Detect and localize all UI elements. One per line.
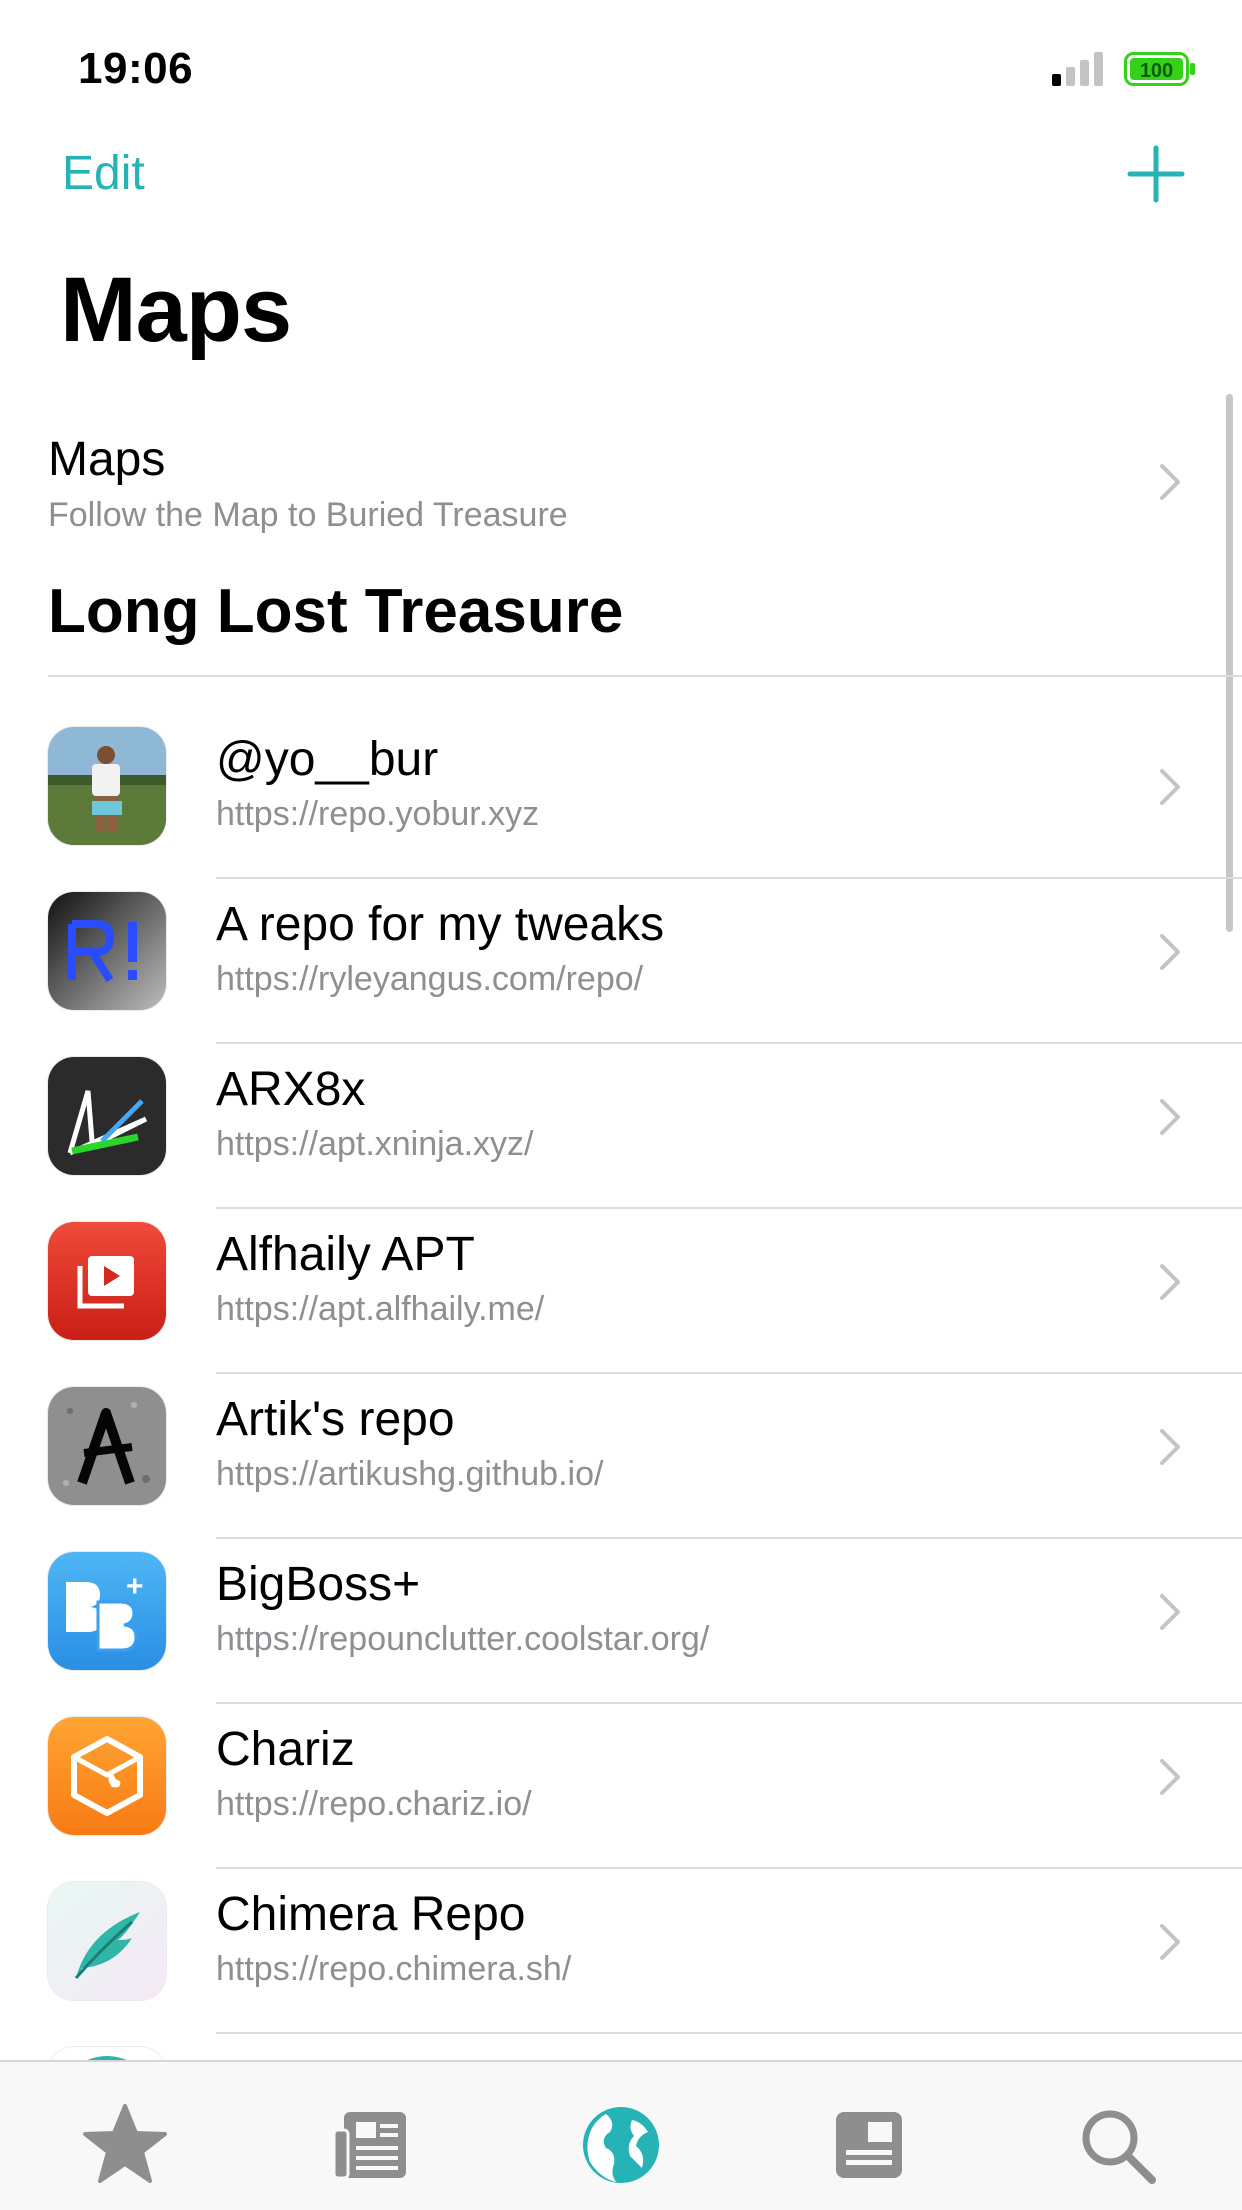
featured-title: Maps — [48, 433, 166, 486]
package-icon — [836, 2112, 902, 2178]
repo-name: Artik's repo — [216, 1393, 455, 1446]
tab-featured[interactable] — [80, 2100, 170, 2190]
status-bar: 19:06 100 — [0, 0, 1242, 130]
photo-avatar-icon — [48, 727, 166, 845]
repo-url: https://repo.chimera.sh/ — [216, 1950, 572, 1988]
chevron-right-icon — [1158, 1097, 1182, 1137]
chevron-right-icon — [1158, 932, 1182, 972]
chevron-right-icon — [1158, 1757, 1182, 1797]
letter-a-icon — [48, 1387, 166, 1505]
repo-url: https://repo.yobur.xyz — [216, 795, 540, 833]
chevron-right-icon — [1158, 1592, 1182, 1632]
chevron-right-icon — [1158, 462, 1182, 502]
list-item[interactable]: Artik's repo https://artikushg.github.io… — [0, 1337, 1242, 1539]
section-header: Long Lost Treasure — [48, 577, 624, 646]
repo-url: https://repo.chariz.io/ — [216, 1785, 532, 1823]
list-item[interactable]: A repo for my tweaks https://ryleyangus.… — [0, 842, 1242, 1044]
repo-name: BigBoss+ — [216, 1558, 421, 1611]
list-item[interactable]: + BigBoss+ https://repounclutter.coolsta… — [0, 1502, 1242, 1704]
feather-icon — [48, 1882, 166, 2000]
arrows-icon — [48, 1057, 166, 1175]
edit-button[interactable]: Edit — [62, 146, 145, 201]
repo-name: Alfhaily APT — [216, 1228, 475, 1281]
search-icon — [1082, 2110, 1156, 2184]
tab-packages[interactable] — [824, 2100, 914, 2190]
list-item[interactable]: Alfhaily APT https://apt.alfhaily.me/ — [0, 1172, 1242, 1374]
featured-maps-row[interactable]: Maps Follow the Map to Buried Treasure — [0, 412, 1242, 552]
news-icon — [332, 2112, 406, 2180]
repo-url: https://apt.alfhaily.me/ — [216, 1290, 545, 1328]
chevron-right-icon — [1158, 1427, 1182, 1467]
tab-search[interactable] — [1072, 2100, 1162, 2190]
list-item[interactable]: Chimera Repo https://repo.chimera.sh/ — [0, 1832, 1242, 2034]
tab-sources[interactable] — [576, 2100, 666, 2190]
repo-url: https://artikushg.github.io/ — [216, 1455, 604, 1493]
repo-url: https://apt.xninja.xyz/ — [216, 1125, 534, 1163]
play-media-icon — [48, 1222, 166, 1340]
repo-url: https://repounclutter.coolstar.org/ — [216, 1620, 710, 1658]
repo-name: A repo for my tweaks — [216, 898, 665, 951]
chariz-box-icon — [48, 1717, 166, 1835]
battery-level: 100 — [1140, 60, 1173, 82]
page-title: Maps — [60, 259, 292, 361]
status-time: 19:06 — [78, 44, 194, 93]
star-icon — [83, 2104, 167, 2183]
repo-list: @yo__bur https://repo.yobur.xyz A repo f… — [0, 677, 1242, 2165]
list-item[interactable]: ARX8x https://apt.xninja.xyz/ — [0, 1007, 1242, 1209]
bigboss-icon: + — [48, 1552, 166, 1670]
chevron-right-icon — [1158, 767, 1182, 807]
svg-text:+: + — [126, 1570, 144, 1603]
chevron-right-icon — [1158, 1922, 1182, 1962]
repo-name: Chimera Repo — [216, 1888, 526, 1941]
signal-icon — [1052, 52, 1108, 86]
r-exclaim-icon — [48, 892, 166, 1010]
plus-icon — [1127, 145, 1185, 203]
battery-icon: 100 — [1124, 52, 1196, 91]
tab-bar — [0, 2060, 1242, 2210]
tab-news[interactable] — [328, 2100, 418, 2190]
repo-name: Chariz — [216, 1723, 355, 1776]
list-item[interactable]: Chariz https://repo.chariz.io/ — [0, 1667, 1242, 1869]
repo-name: @yo__bur — [216, 733, 439, 786]
list-item[interactable]: @yo__bur https://repo.yobur.xyz — [0, 677, 1242, 879]
add-button[interactable] — [1126, 144, 1186, 204]
repo-name: ARX8x — [216, 1063, 366, 1116]
chevron-right-icon — [1158, 1262, 1182, 1302]
globe-icon — [583, 2107, 659, 2183]
featured-subtitle: Follow the Map to Buried Treasure — [48, 496, 568, 534]
repo-url: https://ryleyangus.com/repo/ — [216, 960, 644, 998]
